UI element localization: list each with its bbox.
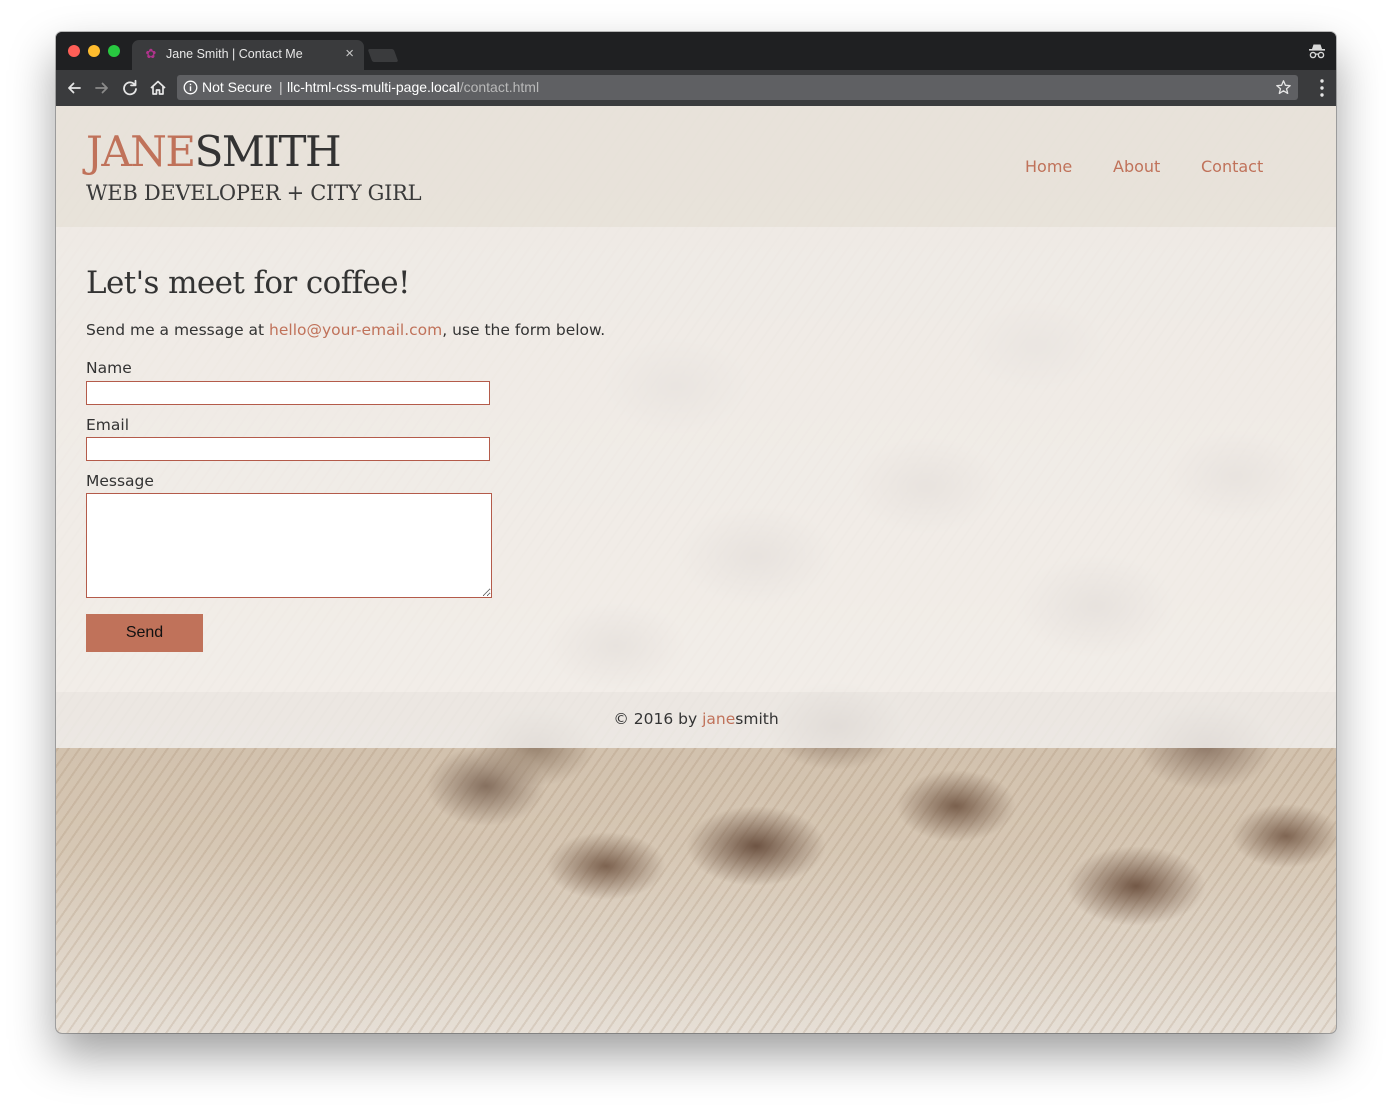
new-tab-button[interactable]: [367, 49, 399, 62]
url-host: llc-html-css-multi-page.local: [287, 79, 460, 95]
security-label[interactable]: Not Secure: [202, 75, 272, 100]
footer-credit: © 2016 by janesmith: [56, 710, 1336, 728]
footer-prefix: © 2016 by: [613, 710, 703, 728]
bookmark-star-icon[interactable]: [1275, 79, 1292, 96]
tab-title: Jane Smith | Contact Me: [166, 47, 303, 61]
home-icon[interactable]: [147, 77, 169, 99]
name-field[interactable]: [86, 381, 490, 405]
email-link[interactable]: hello@your-email.com: [269, 321, 442, 339]
email-field[interactable]: [86, 437, 490, 461]
url-path: /contact.html: [459, 79, 540, 95]
intro-text-after: , use the form below.: [442, 321, 606, 339]
forward-arrow-icon[interactable]: [91, 77, 113, 99]
favicon-icon: ✿: [145, 47, 157, 62]
site-header: JANESMITH WEB DEVELOPER + CITY GIRL Home…: [56, 106, 1336, 227]
contact-intro: Send me a message at hello@your-email.co…: [86, 321, 605, 339]
incognito-icon[interactable]: [1308, 42, 1326, 60]
browser-menu-icon[interactable]: [1319, 78, 1325, 98]
address-bar[interactable]: Not Secure | llc-html-css-multi-page.loc…: [177, 75, 1298, 100]
message-label: Message: [86, 472, 154, 490]
message-field[interactable]: [86, 493, 492, 598]
site-tagline: WEB DEVELOPER + CITY GIRL: [86, 181, 422, 205]
logo-first-name: JANE: [86, 127, 196, 176]
tab-close-icon[interactable]: ×: [345, 46, 354, 62]
url-separator: |: [279, 79, 283, 95]
close-window-button[interactable]: [68, 45, 80, 57]
info-icon[interactable]: [183, 80, 198, 95]
contact-section: Let's meet for coffee! Send me a message…: [56, 227, 1336, 692]
email-label: Email: [86, 416, 130, 434]
nav-link-about[interactable]: About: [1113, 157, 1160, 176]
intro-text-before: Send me a message at: [86, 321, 270, 339]
browser-tab-active[interactable]: ✿ Jane Smith | Contact Me ×: [132, 40, 364, 70]
nav-link-contact[interactable]: Contact: [1201, 157, 1263, 176]
site-footer: © 2016 by janesmith: [56, 692, 1336, 748]
name-label: Name: [86, 359, 132, 377]
back-arrow-icon[interactable]: [63, 77, 85, 99]
footer-name-last: smith: [735, 710, 779, 728]
reload-icon[interactable]: [119, 77, 141, 99]
logo-last-name: SMITH: [194, 127, 342, 176]
site-logo[interactable]: JANESMITH: [86, 127, 342, 176]
nav-link-home[interactable]: Home: [1025, 157, 1072, 176]
page-viewport: JANESMITH WEB DEVELOPER + CITY GIRL Home…: [56, 106, 1336, 1033]
browser-toolbar: Not Secure | llc-html-css-multi-page.loc…: [56, 70, 1336, 106]
footer-name-first: jane: [702, 710, 736, 728]
browser-window: ✿ Jane Smith | Contact Me × Not Secure |…: [56, 32, 1336, 1033]
minimize-window-button[interactable]: [88, 45, 100, 57]
title-bar: ✿ Jane Smith | Contact Me ×: [56, 32, 1336, 70]
page-title: Let's meet for coffee!: [86, 265, 410, 301]
send-button[interactable]: Send: [86, 614, 203, 652]
maximize-window-button[interactable]: [108, 45, 120, 57]
url-text[interactable]: llc-html-css-multi-page.local/contact.ht…: [287, 75, 539, 100]
